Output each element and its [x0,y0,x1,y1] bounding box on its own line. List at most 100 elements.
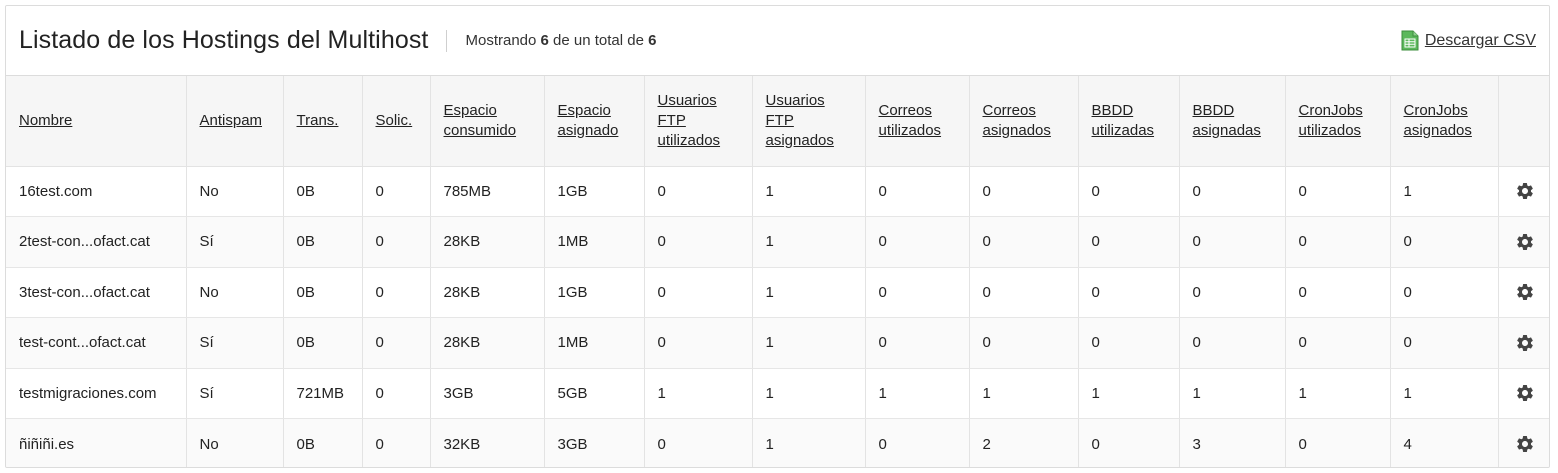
column-header[interactable]: Espacio consumido [430,76,545,167]
table-cell: Sí [186,317,284,369]
table-cell: 0 [1285,418,1391,467]
table-cell: 721MB [283,368,363,419]
gear-icon[interactable] [1515,383,1535,403]
column-header[interactable]: Usuarios FTP utilizados [644,76,753,167]
counter-prefix: Mostrando [465,32,537,49]
table-cell: 0 [362,368,431,419]
table-cell: 3GB [430,368,545,419]
table-cell: 0 [969,317,1079,369]
table-cell: 0 [1390,267,1499,318]
table-cell: 5GB [544,368,645,419]
table-cell: 0 [644,216,753,268]
row-actions-cell [1498,368,1549,419]
table-row: 3test-con...ofact.cat No 0B 0 28KB 1GB 0 1 0 0 0 0 0… [6,267,1549,318]
table-cell: 0 [362,216,431,268]
counter-shown: 6 [540,32,549,49]
gear-icon[interactable] [1515,232,1535,252]
column-header-label[interactable]: CronJobs utilizados [1299,102,1363,139]
table-cell: 1 [752,216,866,268]
column-header[interactable]: Antispam [186,76,284,167]
table-cell: 0 [1179,166,1286,217]
spreadsheet-icon [1401,30,1419,51]
table-cell: 0B [283,317,363,369]
table-cell: 0 [1078,267,1180,318]
table-cell: 0 [1078,317,1180,369]
column-header-label[interactable]: Trans. [297,112,339,129]
column-header-label[interactable]: Usuarios FTP asignados [766,92,834,149]
gear-icon[interactable] [1515,282,1535,302]
table-cell: 28KB [430,216,545,268]
table-cell: 3 [1179,418,1286,467]
table-cell: 1 [865,368,970,419]
column-header-label[interactable]: Solic. [376,112,413,129]
column-header[interactable]: Nombre [6,76,187,167]
column-header[interactable]: Usuarios FTP asignados [752,76,866,167]
column-header-label[interactable]: BBDD utilizadas [1092,102,1155,139]
hosting-name-cell: ñiñiñi.es [6,418,187,467]
column-header-label[interactable]: CronJobs asignados [1404,102,1472,139]
table-cell: 1 [1078,368,1180,419]
gear-icon[interactable] [1515,181,1535,201]
table-cell: 0 [1179,216,1286,268]
table-cell: 0 [1179,317,1286,369]
table-cell: 28KB [430,317,545,369]
table-cell: 0B [283,166,363,217]
table-cell: 0B [283,216,363,268]
table-cell: 0 [1285,317,1391,369]
gear-icon[interactable] [1515,333,1535,353]
table-row: test-cont...ofact.cat Sí 0B 0 28KB 1MB 0 1 0 0 0 0 0… [6,317,1549,369]
hosting-name-cell: testmigraciones.com [6,368,187,419]
counter-total: 6 [648,32,657,49]
column-header-label[interactable]: BBDD asignadas [1193,102,1261,139]
table-cell: 1 [1285,368,1391,419]
column-header-label[interactable]: Correos asignados [983,102,1051,139]
column-header[interactable]: Trans. [283,76,363,167]
table-cell: No [186,418,284,467]
gear-icon[interactable] [1515,434,1535,454]
row-actions-cell [1498,317,1549,369]
table-row: 16test.com No 0B 0 785MB 1GB 0 1 0 0 0 0 0 1 [6,166,1549,217]
download-csv-link[interactable]: Descargar CSV [1401,30,1536,51]
download-csv-label: Descargar CSV [1424,31,1536,49]
table-cell: 0 [1390,216,1499,268]
column-header[interactable]: CronJobs asignados [1390,76,1499,167]
column-header[interactable]: Solic. [362,76,431,167]
counter-middle: de un total de [553,32,644,49]
column-header[interactable]: Espacio asignado [544,76,645,167]
column-header-label[interactable]: Antispam [200,112,263,129]
table-cell: 1 [1179,368,1286,419]
table-cell: 0B [283,418,363,467]
table-cell: 1GB [544,267,645,318]
row-actions-cell [1498,267,1549,318]
table-body: 16test.com No 0B 0 785MB 1GB 0 1 0 0 0 0 0 1 2test-con… [6,166,1549,467]
table-cell: 1MB [544,216,645,268]
column-header[interactable]: BBDD utilizadas [1078,76,1180,167]
table-cell: 0 [865,317,970,369]
table-cell: 0 [1078,216,1180,268]
column-header-label[interactable]: Usuarios FTP utilizados [658,92,721,149]
table-cell: 785MB [430,166,545,217]
table-cell: 0 [362,267,431,318]
table-cell: 1 [644,368,753,419]
table-cell: No [186,166,284,217]
column-header[interactable]: BBDD asignadas [1179,76,1286,167]
table-cell: 0 [865,418,970,467]
table-cell: 0 [1078,166,1180,217]
panel-header: Listado de los Hostings del Multihost Mo… [6,6,1549,76]
column-header-label[interactable]: Espacio consumido [444,102,517,139]
table-cell: 1GB [544,166,645,217]
hosting-name-cell: 3test-con...ofact.cat [6,267,187,318]
column-header-label[interactable]: Correos utilizados [879,102,942,139]
column-header[interactable]: Correos asignados [969,76,1079,167]
table-row: ñiñiñi.es No 0B 0 32KB 3GB 0 1 0 2 0 3 0 4 [6,418,1549,467]
table-cell: 28KB [430,267,545,318]
column-header-label[interactable]: Nombre [19,112,72,129]
table-cell: 1 [752,267,866,318]
table-cell: 0B [283,267,363,318]
column-header[interactable]: Correos utilizados [865,76,970,167]
hosting-name-cell: 2test-con...ofact.cat [6,216,187,268]
column-header-label[interactable]: Espacio asignado [558,102,619,139]
table-cell: 0 [644,166,753,217]
column-header[interactable]: CronJobs utilizados [1285,76,1391,167]
table-cell: 0 [362,166,431,217]
